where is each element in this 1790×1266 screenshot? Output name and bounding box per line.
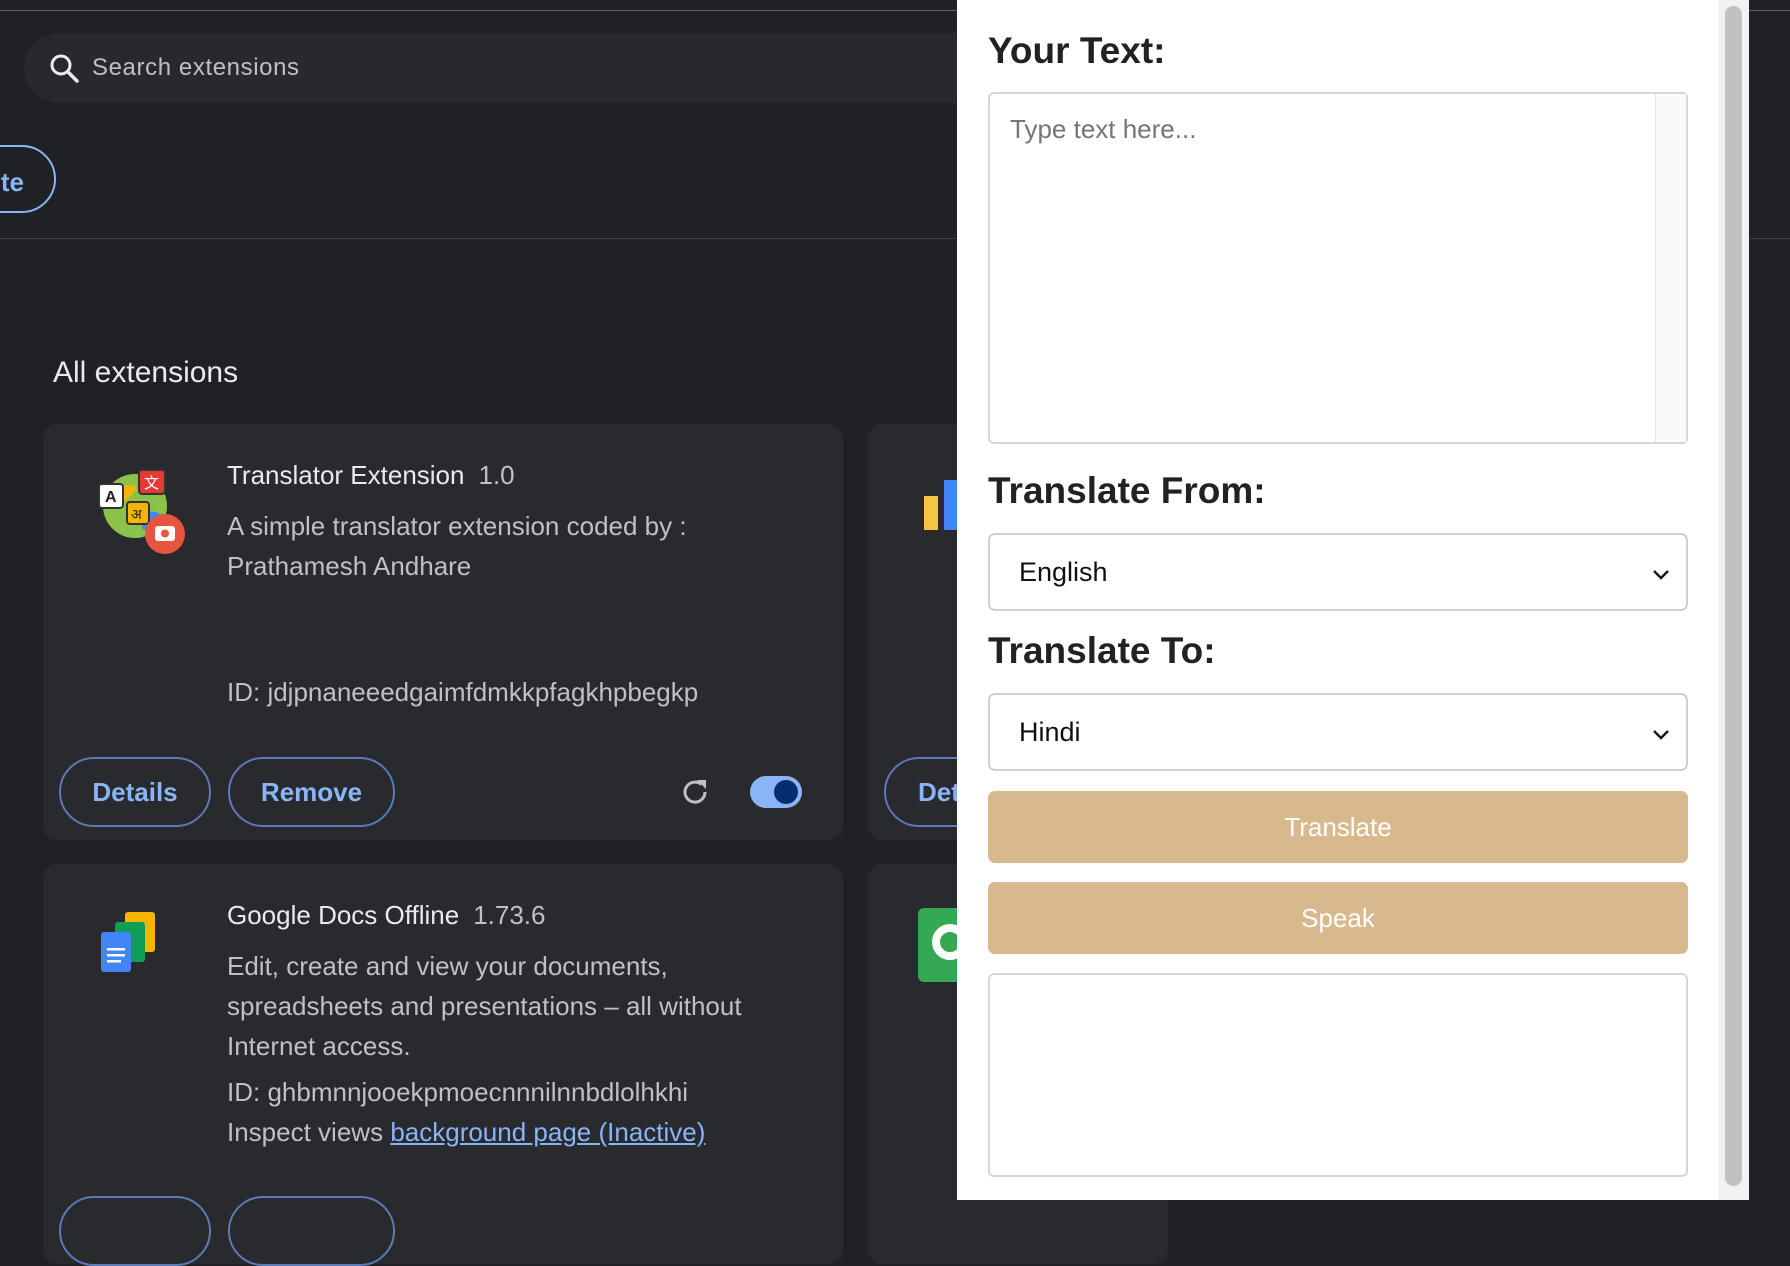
toggle-knob	[774, 780, 798, 804]
your-text-label: Your Text:	[988, 30, 1166, 71]
speak-button[interactable]: Speak	[988, 882, 1688, 954]
remove-button[interactable]: Remove	[228, 757, 395, 827]
svg-text:文: 文	[144, 474, 159, 492]
translation-output	[988, 973, 1688, 1177]
extension-description: A simple translator extension coded by :…	[227, 511, 687, 581]
remove-button[interactable]	[228, 1196, 395, 1266]
extension-title: Google Docs Offline	[227, 900, 460, 930]
translate-to-value: Hindi	[1019, 717, 1081, 747]
translate-to-select[interactable]: Hindi	[988, 693, 1688, 771]
text-input-placeholder: Type text here...	[1010, 114, 1197, 144]
translate-from-value: English	[1019, 557, 1108, 587]
extension-title: Translator Extension	[227, 460, 465, 490]
search-input[interactable]: Search extensions	[92, 54, 300, 82]
extension-card: Google Docs Offline 1.73.6 Edit, create a…	[43, 864, 843, 1266]
extension-card: A 文 अ Translator Extension 1.0 A simple t…	[43, 424, 843, 840]
svg-text:अ: अ	[131, 507, 142, 523]
translate-button[interactable]: Translate	[988, 791, 1688, 863]
svg-text:A: A	[105, 489, 117, 506]
extension-version: 1.73.6	[473, 900, 546, 930]
translate-from-select[interactable]: English	[988, 533, 1688, 611]
update-button[interactable]: te	[0, 145, 56, 213]
search-icon	[50, 54, 79, 83]
chevron-down-icon	[1653, 570, 1669, 580]
google-docs-icon	[101, 912, 155, 972]
textarea-scrollbar[interactable]	[1655, 94, 1686, 442]
extension-id: ID: jdjpnaneeedgaimfdmkkpfagkhpbegkp	[227, 677, 699, 707]
extension-version: 1.0	[478, 460, 515, 490]
extension-description: Edit, create and view your documents, sp…	[227, 951, 742, 1061]
extension-name: Google Docs Offline 1.73.6	[227, 900, 546, 931]
details-button[interactable]: Details	[59, 757, 211, 827]
extension-id: ID: ghbmnnjooekpmoecnnnilnnbdlolhkhi	[227, 1077, 689, 1107]
inspect-views: Inspect views background page (Inactive)	[227, 1112, 705, 1152]
text-input[interactable]: Type text here...	[988, 92, 1688, 444]
translate-from-label: Translate From:	[988, 470, 1266, 511]
enable-toggle[interactable]	[750, 776, 802, 808]
inspect-views-label: Inspect views	[227, 1117, 384, 1147]
update-button-label: te	[0, 167, 24, 197]
background-page-link[interactable]: background page (Inactive)	[390, 1117, 705, 1147]
translator-extension-icon: A 文 अ	[98, 469, 185, 554]
chevron-down-icon	[1653, 730, 1669, 740]
translate-to-label: Translate To:	[988, 630, 1216, 671]
extension-name: Translator Extension 1.0	[227, 460, 515, 491]
popup-scrollbar-thumb[interactable]	[1725, 6, 1742, 1186]
section-title: All extensions	[53, 356, 239, 389]
details-button[interactable]	[59, 1196, 211, 1266]
reload-icon[interactable]	[679, 776, 711, 808]
